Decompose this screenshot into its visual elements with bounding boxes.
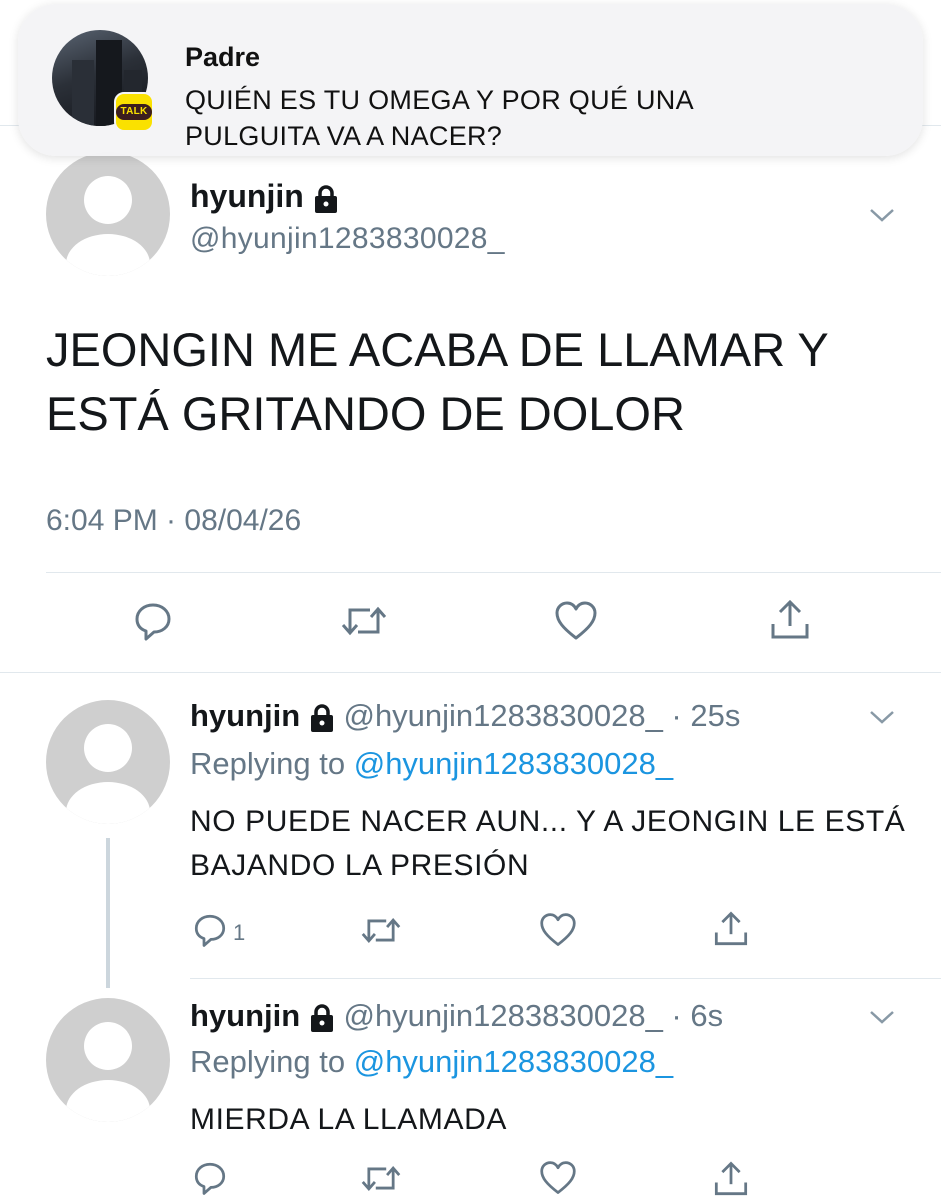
reply-icon[interactable] [192,1160,228,1196]
replying-to-link[interactable]: @hyunjin1283830028_ [354,746,673,781]
share-icon[interactable] [768,598,812,642]
lock-icon [314,184,337,213]
tweet-text: JEONGIN ME ACABA DE LLAMAR Y ESTÁ GRITAN… [46,323,828,440]
chevron-down-icon[interactable] [868,206,896,224]
reply-divider [190,978,941,979]
reply-icon[interactable] [132,600,174,642]
retweet-icon[interactable] [360,1162,402,1195]
retweet-icon[interactable] [360,914,402,947]
replying-to: Replying to @hyunjin1283830028_ [190,746,673,782]
notification-message: QUIÉN ES TU OMEGA Y POR QUÉ UNA PULGUITA… [185,85,693,151]
reply-icon[interactable] [192,912,228,948]
replying-to-link[interactable]: @hyunjin1283830028_ [354,1044,673,1079]
kakaotalk-icon: TALK [114,92,154,132]
avatar[interactable] [46,998,170,1122]
reply-header[interactable]: hyunjin @hyunjin1283830028_ · 25s [190,698,740,734]
share-icon[interactable] [712,1160,750,1198]
chevron-down-icon[interactable] [868,708,896,726]
reply-author-name: hyunjin [190,998,301,1033]
tweet-timestamp[interactable]: 6:04 PM · 08/04/26 [46,504,301,538]
lock-icon [310,704,333,732]
reply-count: 1 [233,920,246,945]
push-notification[interactable]: TALK Padre QUIÉN ES TU OMEGA Y POR QUÉ U… [18,4,923,156]
chevron-down-icon[interactable] [868,1008,896,1026]
avatar[interactable] [46,700,170,824]
share-icon[interactable] [712,910,750,948]
author-display-name: hyunjin [190,178,304,214]
section-divider [0,672,941,673]
author-handle[interactable]: @hyunjin1283830028_ [190,222,505,256]
thread-line [106,838,110,988]
replying-prefix: Replying to [190,746,346,781]
replying-prefix: Replying to [190,1044,346,1079]
reply-author-name: hyunjin [190,698,301,733]
reply-handle-time: @hyunjin1283830028_ · 6s [343,998,724,1033]
like-icon[interactable] [538,1160,578,1196]
talk-badge-label: TALK [116,104,152,120]
lock-icon [310,1004,333,1032]
like-icon[interactable] [553,600,599,642]
retweet-icon[interactable] [340,602,388,640]
author-name[interactable]: hyunjin [190,178,339,215]
avatar[interactable] [46,152,170,276]
reply-header[interactable]: hyunjin @hyunjin1283830028_ · 6s [190,998,723,1034]
replying-to: Replying to @hyunjin1283830028_ [190,1044,673,1080]
tweet-divider [46,572,941,573]
reply-text: NO PUEDE NACER AUN... Y A JEONGIN LE EST… [190,805,906,882]
like-icon[interactable] [538,912,578,948]
reply-handle-time: @hyunjin1283830028_ · 25s [343,698,741,733]
notification-sender: Padre [185,42,261,72]
reply-text: MIERDA LA LLAMADA [190,1103,507,1136]
